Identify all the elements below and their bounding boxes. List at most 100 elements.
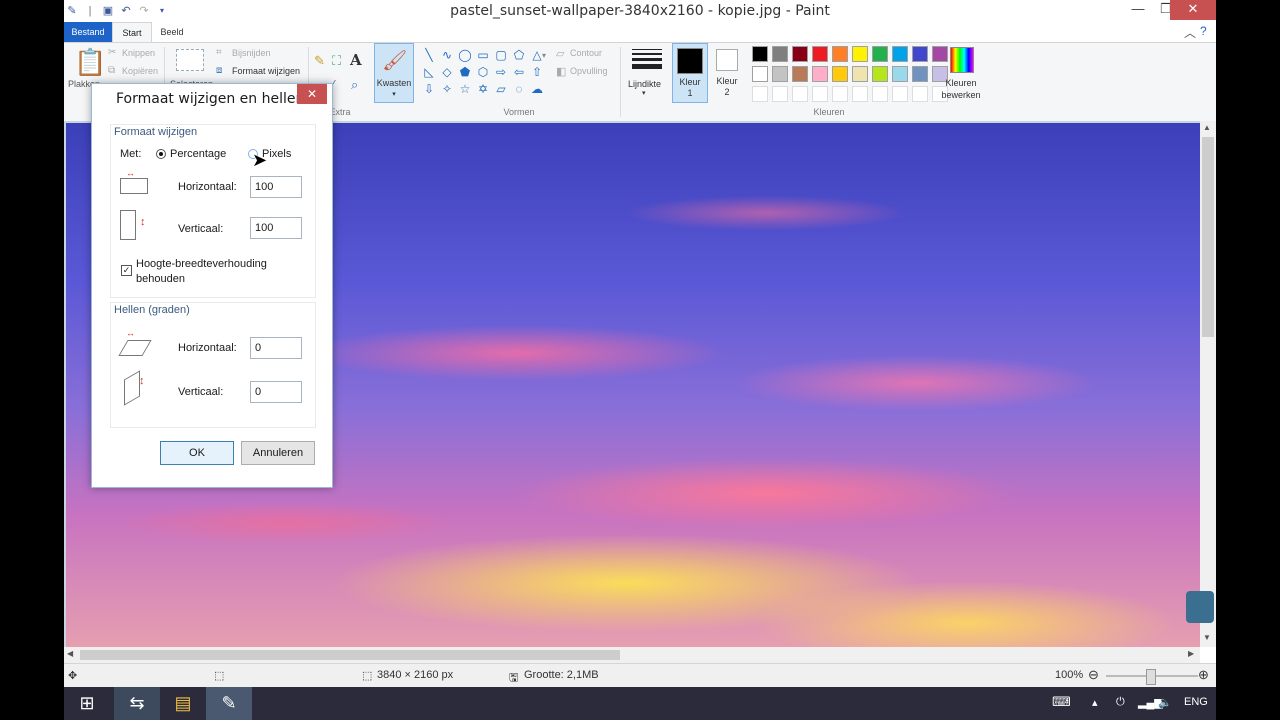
collapse-ribbon-icon[interactable]: ︿ — [1184, 24, 1196, 41]
palette-swatch[interactable] — [752, 66, 768, 82]
custom-color-slot[interactable] — [752, 86, 768, 102]
horizontal-scrollbar[interactable]: ◀ ▶ — [64, 647, 1200, 663]
palette-swatch[interactable] — [852, 46, 868, 62]
horizontal-input[interactable] — [250, 176, 302, 198]
close-button[interactable]: ✕ — [1170, 0, 1216, 20]
keyboard-icon[interactable]: ⌨ — [1052, 694, 1071, 710]
palette-swatch[interactable] — [772, 46, 788, 62]
taskbar: ⊞ ⇆ ▤ ✎ ⌨ ▴ ⏻ ▂▄▆ 🔈 ENG — [64, 687, 1216, 720]
window-title: pastel_sunset-wallpaper-3840x2160 - kopi… — [450, 3, 830, 19]
aspect-ratio-label-line1[interactable]: Hoogte-breedteverhouding — [136, 258, 267, 270]
percentage-label[interactable]: Percentage — [170, 148, 226, 160]
crop-icon: ⌗ — [216, 47, 222, 58]
language-indicator[interactable]: ENG — [1184, 696, 1208, 708]
select-icon[interactable] — [176, 49, 204, 71]
scroll-left-icon[interactable]: ◀ — [67, 649, 73, 658]
shapes-more-icon[interactable]: ▾ — [542, 51, 546, 60]
palette-swatch[interactable] — [912, 66, 928, 82]
palette-swatch[interactable] — [752, 46, 768, 62]
color1-swatch — [677, 48, 703, 74]
crop-button[interactable]: Bijsnijden — [232, 48, 271, 58]
horizontal-label: Horizontaal: — [178, 181, 237, 193]
aspect-ratio-label-line2[interactable]: behouden — [136, 273, 185, 285]
scroll-right-icon[interactable]: ▶ — [1188, 649, 1194, 658]
custom-color-slot[interactable] — [872, 86, 888, 102]
dialog-close-button[interactable]: ✕ — [297, 84, 327, 104]
color1-button[interactable]: Kleur 1 — [672, 43, 708, 103]
zoom-in-icon[interactable]: ⊕ — [1198, 667, 1209, 683]
custom-color-slot[interactable] — [892, 86, 908, 102]
custom-color-slot[interactable] — [832, 86, 848, 102]
outline-button[interactable]: Contour — [570, 48, 602, 58]
percentage-radio[interactable] — [156, 149, 166, 159]
ok-button[interactable]: OK — [160, 441, 234, 465]
minimize-button[interactable]: — — [1124, 0, 1152, 20]
skew-vertical-input[interactable] — [250, 381, 302, 403]
palette-swatch[interactable] — [892, 66, 908, 82]
horizontal-scroll-thumb[interactable] — [80, 650, 620, 660]
palette-swatch[interactable] — [832, 66, 848, 82]
size-label[interactable]: Lijndikte — [628, 79, 661, 89]
tab-file[interactable]: Bestand — [64, 22, 112, 42]
volume-icon[interactable]: 🔈 — [1158, 696, 1172, 709]
palette-swatch[interactable] — [872, 46, 888, 62]
custom-color-slot[interactable] — [912, 86, 928, 102]
zoom-slider-thumb[interactable] — [1146, 669, 1156, 685]
magnifier-icon[interactable]: ⌕ — [351, 77, 358, 93]
tray-expand-icon[interactable]: ▴ — [1092, 696, 1098, 709]
horizontal-resize-icon: ↔ — [120, 168, 150, 194]
fill-button[interactable]: Opvulling — [570, 66, 608, 76]
skew-horizontal-input[interactable] — [250, 337, 302, 359]
size-icon[interactable] — [632, 49, 662, 69]
help-icon[interactable]: ? — [1200, 24, 1207, 38]
custom-color-slot[interactable] — [812, 86, 828, 102]
resize-button[interactable]: Formaat wijzigen — [232, 66, 300, 76]
explorer-taskbar-icon[interactable]: ▤ — [160, 687, 206, 720]
edit-colors-button[interactable]: Kleuren bewerken — [938, 47, 984, 105]
hexagon-shape-icon: ⬡ — [477, 65, 489, 79]
color2-number: 2 — [724, 87, 730, 97]
scroll-up-icon[interactable]: ▲ — [1203, 123, 1211, 132]
vertical-scrollbar[interactable]: ▲ ▼ — [1186, 121, 1216, 647]
palette-swatch[interactable] — [872, 66, 888, 82]
palette-swatch[interactable] — [812, 66, 828, 82]
palette-swatch[interactable] — [832, 46, 848, 62]
rectangle-shape-icon: ▭ — [477, 48, 489, 62]
palette-swatch[interactable] — [912, 46, 928, 62]
cancel-button[interactable]: Annuleren — [241, 441, 315, 465]
zoom-out-icon[interactable]: ⊖ — [1088, 667, 1099, 683]
tab-start[interactable]: Start — [112, 22, 152, 44]
custom-color-slot[interactable] — [772, 86, 788, 102]
copy-button[interactable]: Kopiëren — [122, 66, 158, 76]
brushes-button[interactable]: 🖌 Kwasten ▾ — [374, 43, 414, 103]
power-icon[interactable]: ⏻ — [1116, 696, 1125, 709]
palette-swatch[interactable] — [792, 46, 808, 62]
palette-swatch[interactable] — [772, 66, 788, 82]
vertical-scroll-thumb[interactable] — [1202, 137, 1214, 337]
paste-icon[interactable]: 📋 — [74, 47, 106, 78]
text-tool-icon[interactable]: A — [350, 51, 362, 69]
teamviewer-taskbar-icon[interactable]: ⇆ — [114, 687, 160, 720]
color2-label: Kleur — [716, 76, 738, 86]
custom-color-slot[interactable] — [792, 86, 808, 102]
start-button-icon[interactable]: ⊞ — [64, 687, 110, 720]
palette-swatch[interactable] — [892, 46, 908, 62]
tab-view[interactable]: Beeld — [152, 22, 192, 42]
palette-swatch[interactable] — [812, 46, 828, 62]
color2-swatch — [716, 49, 738, 71]
palette-swatch[interactable] — [852, 66, 868, 82]
shapes-group-label: Vormen — [503, 107, 535, 117]
fill-bucket-icon[interactable]: ⛶ — [332, 53, 341, 69]
palette-swatch[interactable] — [792, 66, 808, 82]
cut-button[interactable]: Knippen — [122, 48, 155, 58]
pencil-icon[interactable]: ✎ — [314, 53, 325, 69]
curve-shape-icon: ∿ — [441, 48, 453, 62]
shapes-gallery[interactable]: ╲ ∿ ◯ ▭ ▢ ⬠ △ ◺ ◇ ⬟ ⬡ ⇨ ⇦ ⇧ ⇩ ✧ ☆ ✡ ▱ ◌ ☁ — [420, 47, 546, 99]
scroll-down-icon[interactable]: ▼ — [1203, 633, 1211, 642]
custom-color-slot[interactable] — [852, 86, 868, 102]
teamviewer-panel-icon[interactable] — [1186, 591, 1214, 623]
paint-taskbar-icon[interactable]: ✎ — [206, 687, 252, 720]
vertical-input[interactable] — [250, 217, 302, 239]
color2-button[interactable]: Kleur 2 — [710, 43, 744, 101]
aspect-ratio-checkbox[interactable]: ✓ — [121, 265, 132, 276]
